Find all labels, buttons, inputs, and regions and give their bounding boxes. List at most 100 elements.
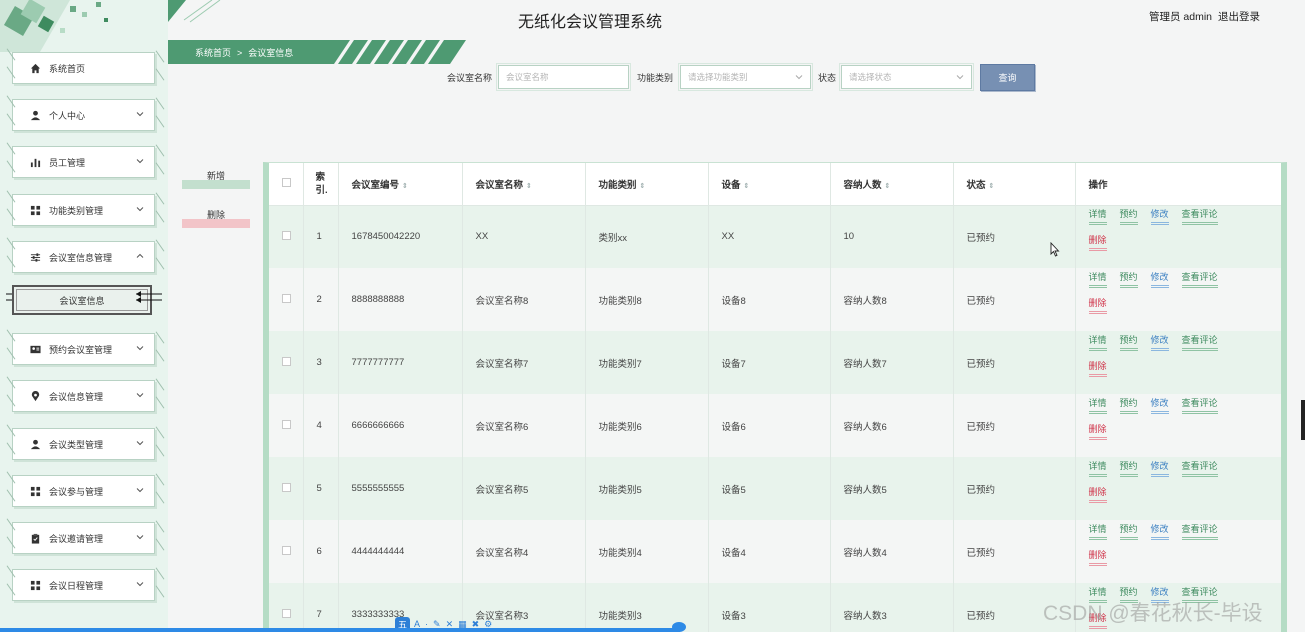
cell-ops: 详情 预约 修改 查看评论删除 [1075,205,1281,268]
view-review-link[interactable]: 查看评论 [1181,209,1218,225]
delete-link[interactable]: 删除 [1088,424,1107,440]
row-checkbox[interactable] [282,293,291,303]
sidebar-item-0[interactable]: 系统首页 [12,52,155,84]
sort-icon[interactable]: ⇕ [744,183,750,190]
row-checkbox-cell[interactable] [269,394,304,457]
page-title: 无纸化会议管理系统 [518,14,663,31]
delete-link[interactable]: 删除 [1088,361,1107,377]
scrollbar-thumb[interactable] [672,622,686,632]
column-header-name[interactable]: 会议室名称 ⇕ [462,163,586,206]
sidebar-item-5[interactable]: 预约会议室管理 [12,333,155,365]
detail-link[interactable]: 详情 [1088,272,1107,288]
breadcrumb-home[interactable]: 系统首页 [195,48,231,58]
cell-ops: 详情 预约 修改 查看评论删除 [1075,457,1281,520]
edit-link[interactable]: 修改 [1150,524,1169,540]
delete-link[interactable]: 删除 [1088,298,1107,314]
delete-link[interactable]: 删除 [1088,235,1107,251]
view-review-link[interactable]: 查看评论 [1181,461,1218,477]
view-review-link[interactable]: 查看评论 [1181,272,1218,288]
row-checkbox-cell[interactable] [269,205,304,268]
reserve-link[interactable]: 预约 [1119,398,1138,414]
cell-equipment: 设备6 [708,394,831,457]
submenu-item-meeting-room-info[interactable]: 会议室信息 [12,285,152,315]
watermark: CSDN @春花秋长-毕设 [1043,602,1263,625]
reserve-link[interactable]: 预约 [1119,524,1138,540]
edit-link[interactable]: 修改 [1150,272,1169,288]
detail-link[interactable]: 详情 [1088,335,1107,351]
row-checkbox-cell[interactable] [269,331,304,394]
sidebar-item-3[interactable]: 功能类别管理 [12,194,155,226]
status-select[interactable]: 请选择状态 [839,63,974,91]
reserve-link[interactable]: 预约 [1119,335,1138,351]
column-header-status[interactable]: 状态 ⇕ [953,163,1076,206]
row-checkbox[interactable] [282,230,291,240]
view-review-link[interactable]: 查看评论 [1181,335,1218,351]
add-button[interactable]: 新增 [182,167,250,189]
function-type-select[interactable]: 请选择功能类别 [678,63,813,91]
delete-button[interactable]: 删除 [182,206,250,228]
cell-name: XX [462,205,586,268]
sort-icon[interactable]: ⇕ [885,183,891,190]
detail-link[interactable]: 详情 [1088,209,1107,225]
row-checkbox-cell[interactable] [269,268,304,331]
row-checkbox-cell[interactable] [269,457,304,520]
row-checkbox[interactable] [282,356,291,366]
sidebar-item-10[interactable]: 会议日程管理 [12,569,155,601]
sort-icon[interactable]: ⇕ [526,183,532,190]
cell-status: 已预约 [953,457,1076,520]
reserve-link[interactable]: 预约 [1119,209,1138,225]
sidebar-item-label: 个人中心 [49,110,86,121]
column-header-equipment[interactable]: 设备 ⇕ [708,163,831,206]
detail-link[interactable]: 详情 [1088,398,1107,414]
sort-icon[interactable]: ⇕ [640,183,646,190]
sidebar-item-7[interactable]: 会议类型管理 [12,428,155,460]
detail-link[interactable]: 详情 [1088,524,1107,540]
column-header-code[interactable]: 会议室编号 ⇕ [338,163,463,206]
column-header-type[interactable]: 功能类别 ⇕ [585,163,709,206]
row-checkbox[interactable] [282,545,291,555]
edit-link[interactable]: 修改 [1150,335,1169,351]
reserve-link[interactable]: 预约 [1119,461,1138,477]
horizontal-scrollbar[interactable] [0,628,680,632]
row-checkbox[interactable] [282,419,291,429]
sidebar-item-1[interactable]: 个人中心 [12,99,155,131]
sidebar: 系统首页 个人中心 员工管理 功能类别管理 会议室信息管理 预约会议室管理 会议信息管理 会议… [0,0,168,632]
sidebar-item-9[interactable]: 会议邀请管理 [12,522,155,554]
cell-code: 1678450042220 [338,205,463,268]
row-actions: 详情 预约 修改 查看评论删除 [1088,209,1239,261]
select-all-checkbox[interactable] [282,177,291,187]
cell-type: 功能类别4 [585,520,709,583]
sidebar-decoration [0,0,108,52]
detail-link[interactable]: 详情 [1088,461,1107,477]
cell-code: 7777777777 [338,331,463,394]
row-checkbox[interactable] [282,482,291,492]
row-checkbox[interactable] [282,608,291,618]
sort-icon[interactable]: ⇕ [989,183,995,190]
sidebar-item-2[interactable]: 员工管理 [12,146,155,178]
sort-icon[interactable]: ⇕ [402,183,408,190]
sidebar-item-label: 会议类型管理 [49,439,104,450]
logout-link[interactable]: 退出登录 [1218,11,1260,23]
sidebar-item-4[interactable]: 会议室信息管理 [12,241,155,273]
vertical-scrollbar[interactable] [1301,400,1305,440]
delete-link[interactable]: 删除 [1088,550,1107,566]
cell-name: 会议室名称7 [462,331,586,394]
room-name-input[interactable] [496,63,631,91]
view-review-link[interactable]: 查看评论 [1181,398,1218,414]
table-row: 1 1678450042220 XX 类别xx XX 10 已预约 详情 预约 修改 查看评论 删除 [269,205,1281,268]
user-icon [29,438,41,450]
select-all-cell[interactable] [269,163,304,206]
row-checkbox-cell[interactable] [269,583,304,632]
reserve-link[interactable]: 预约 [1119,272,1138,288]
sidebar-item-6[interactable]: 会议信息管理 [12,380,155,412]
row-checkbox-cell[interactable] [269,520,304,583]
sidebar-item-8[interactable]: 会议参与管理 [12,475,155,507]
view-review-link[interactable]: 查看评论 [1181,524,1218,540]
delete-link[interactable]: 删除 [1088,487,1107,503]
search-button[interactable]: 查询 [980,64,1035,91]
column-header-capacity[interactable]: 容纳人数 ⇕ [830,163,954,206]
edit-link[interactable]: 修改 [1150,461,1169,477]
edit-link[interactable]: 修改 [1150,398,1169,414]
edit-link[interactable]: 修改 [1150,209,1169,225]
breadcrumb-separator: > [237,48,243,58]
